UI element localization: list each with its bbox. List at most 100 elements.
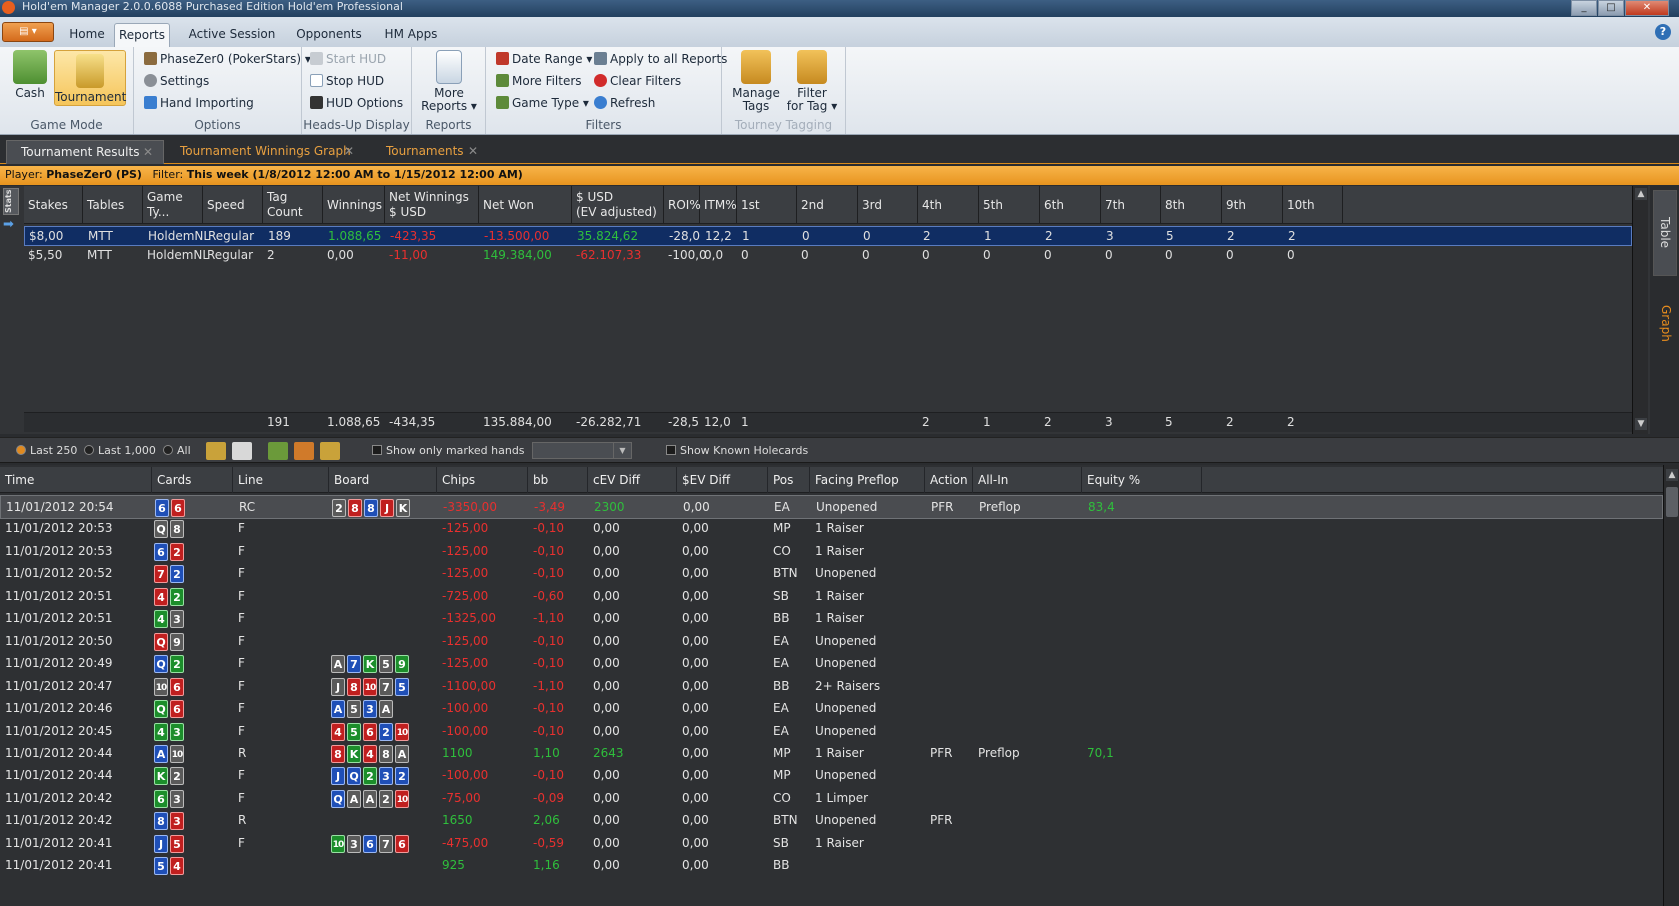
hands-col-header[interactable]: Facing Preflop: [810, 467, 925, 493]
hands-col-header[interactable]: Action: [925, 467, 973, 493]
hud-options-button[interactable]: HUD Options: [310, 95, 403, 111]
stats-col-header[interactable]: Tag Count: [263, 186, 323, 224]
stats-col-header[interactable]: Net Winnings $ USD: [385, 186, 479, 224]
tab-tournament-winnings-graph[interactable]: Tournament Winnings Graph ✕: [166, 140, 364, 164]
hand-row[interactable]: 11/01/2012 20:44 A 10 R 8 K 4 8 A 1100 1,10 2643 0,0…: [0, 742, 1663, 766]
side-tab-table[interactable]: Table: [1653, 190, 1677, 276]
hand-row[interactable]: 11/01/2012 20:41 J 5 F 10 3 6 7 6 -475,00 -0,59 0,0…: [0, 832, 1663, 856]
minimize-icon[interactable]: _: [1571, 0, 1597, 16]
app-menu-button[interactable]: ▤ ▾: [2, 22, 54, 42]
stats-row[interactable]: $8,00 MTT HoldemNL Regular 189 1.088,65 -423,3…: [24, 226, 1632, 246]
stats-col-header[interactable]: 3rd: [858, 186, 918, 224]
hand-row[interactable]: 11/01/2012 20:52 7 2 F -125,00 -0,10 0,00 0,00 B…: [0, 562, 1663, 586]
stats-col-header[interactable]: Game Ty...: [143, 186, 203, 224]
stats-col-header[interactable]: ITM%: [700, 186, 737, 224]
hand-row[interactable]: 11/01/2012 20:50 Q 9 F -125,00 -0,10 0,00 0,00 E…: [0, 630, 1663, 654]
marked-hands-dropdown[interactable]: ▼: [532, 442, 632, 459]
show-known-holecards-checkbox[interactable]: Show Known Holecards: [666, 444, 808, 458]
replay-icon[interactable]: [206, 442, 226, 460]
stats-col-header[interactable]: 6th: [1040, 186, 1101, 224]
stats-col-header[interactable]: Stakes: [24, 186, 83, 224]
scroll-thumb[interactable]: [1666, 487, 1678, 517]
hand-row[interactable]: 11/01/2012 20:51 4 2 F -725,00 -0,60 0,00 0,00 S…: [0, 585, 1663, 609]
refresh-button[interactable]: Refresh: [594, 95, 655, 111]
grid-icon[interactable]: [268, 442, 288, 460]
stats-col-header[interactable]: Speed: [203, 186, 263, 224]
stats-col-header[interactable]: Tables: [83, 186, 143, 224]
hands-scrollbar[interactable]: ▲: [1663, 465, 1679, 906]
tournament-button[interactable]: Tournament: [54, 50, 126, 106]
cards-icon[interactable]: [232, 442, 252, 460]
hands-col-header[interactable]: Time: [0, 467, 152, 493]
player-selector[interactable]: PhaseZer0 (PokerStars) ▾: [144, 51, 311, 67]
scroll-up-icon[interactable]: ▲: [1666, 469, 1678, 481]
more-reports-button[interactable]: More Reports ▾: [420, 50, 478, 113]
stop-hud-button[interactable]: Stop HUD: [310, 73, 384, 89]
hands-col-header[interactable]: Board: [329, 467, 437, 493]
tab-active-session[interactable]: Active Session: [186, 23, 278, 47]
stats-scrollbar[interactable]: ▲ ▼: [1632, 186, 1648, 434]
tab-hm-apps[interactable]: HM Apps: [378, 23, 444, 47]
stats-row[interactable]: $5,50 MTT HoldemNL Regular 2 0,00 -11,00 149.38…: [24, 246, 1632, 266]
chart-icon[interactable]: [294, 442, 314, 460]
close-tab-icon[interactable]: ✕: [468, 140, 478, 162]
hand-row[interactable]: 11/01/2012 20:46 Q 6 F A 5 3 A -100,00 -0,10 0,00 0…: [0, 697, 1663, 721]
stats-col-header[interactable]: 7th: [1101, 186, 1161, 224]
stats-col-header[interactable]: Net Won: [479, 186, 572, 224]
radio-all[interactable]: All: [163, 444, 191, 458]
side-tab-graph[interactable]: Graph: [1653, 280, 1677, 366]
stats-toggle-button[interactable]: Stats: [3, 188, 19, 215]
stats-col-header[interactable]: 9th: [1222, 186, 1283, 224]
radio-last-250[interactable]: Last 250: [16, 444, 77, 458]
apply-all-reports-button[interactable]: Apply to all Reports: [594, 51, 727, 67]
hand-row[interactable]: 11/01/2012 20:54 6 6 RC 2 8 8 J K -3350,00 -3,49 23…: [0, 495, 1663, 519]
hand-row[interactable]: 11/01/2012 20:53 6 2 F -125,00 -0,10 0,00 0,00 C…: [0, 540, 1663, 564]
game-type-button[interactable]: Game Type ▾: [496, 95, 589, 111]
stats-col-header[interactable]: 5th: [979, 186, 1040, 224]
tab-tournaments[interactable]: Tournaments ✕: [372, 140, 488, 164]
close-tab-icon[interactable]: ✕: [344, 140, 354, 162]
scroll-up-icon[interactable]: ▲: [1635, 188, 1647, 200]
hands-col-header[interactable]: Pos: [768, 467, 810, 493]
hand-row[interactable]: 11/01/2012 20:42 6 3 F Q A A 2 10 -75,00 -0,09 0,00…: [0, 787, 1663, 811]
start-hud-button[interactable]: Start HUD: [310, 51, 386, 67]
maximize-icon[interactable]: □: [1598, 0, 1624, 16]
cash-button[interactable]: Cash: [8, 50, 52, 100]
help-icon[interactable]: ?: [1655, 24, 1671, 40]
hands-col-header[interactable]: Line: [233, 467, 329, 493]
filter-for-tag-button[interactable]: Filter for Tag ▾: [784, 50, 840, 113]
stats-col-header[interactable]: 8th: [1161, 186, 1222, 224]
tab-reports[interactable]: Reports: [114, 23, 170, 47]
hands-col-header[interactable]: $EV Diff: [677, 467, 768, 493]
stats-col-header[interactable]: ROI%: [664, 186, 701, 224]
hand-row[interactable]: 11/01/2012 20:44 K 2 F J Q 2 3 2 -100,00 -0,10 0,00…: [0, 764, 1663, 788]
stats-col-header[interactable]: 1st: [737, 186, 797, 224]
hand-importing-button[interactable]: Hand Importing: [144, 95, 254, 111]
stats-col-header[interactable]: Winnings: [323, 186, 385, 224]
clear-filters-button[interactable]: Clear Filters: [594, 73, 681, 89]
hand-row[interactable]: 11/01/2012 20:51 4 3 F -1325,00 -1,10 0,00 0,00…: [0, 607, 1663, 631]
tab-tournament-results[interactable]: Tournament Results ✕: [6, 140, 164, 164]
hand-row[interactable]: 11/01/2012 20:41 5 4 925 1,16 0,00 0,00 BB: [0, 854, 1663, 878]
stats-col-header[interactable]: 4th: [918, 186, 979, 224]
hand-row[interactable]: 11/01/2012 20:42 8 3 R 1650 2,06 0,00 0,00 BTN Un…: [0, 809, 1663, 833]
manage-tags-button[interactable]: Manage Tags: [730, 50, 782, 113]
hands-col-header[interactable]: Equity %: [1082, 467, 1202, 493]
settings-button[interactable]: Settings: [144, 73, 209, 89]
show-marked-hands-checkbox[interactable]: Show only marked hands: [372, 444, 525, 458]
radio-last-1000[interactable]: Last 1,000: [84, 444, 156, 458]
hands-col-header[interactable]: bb: [528, 467, 588, 493]
tab-opponents[interactable]: Opponents: [290, 23, 368, 47]
stats-col-header[interactable]: 2nd: [797, 186, 858, 224]
stats-col-header[interactable]: 10th: [1283, 186, 1343, 224]
hands-col-header[interactable]: cEV Diff: [588, 467, 677, 493]
more-filters-button[interactable]: More Filters: [496, 73, 582, 89]
close-tab-icon[interactable]: ✕: [143, 141, 153, 163]
date-range-button[interactable]: Date Range ▾: [496, 51, 592, 67]
trophy-small-icon[interactable]: [320, 442, 340, 460]
hands-col-header[interactable]: All-In: [973, 467, 1082, 493]
tab-home[interactable]: Home: [60, 23, 114, 47]
close-icon[interactable]: ✕: [1625, 0, 1669, 16]
hands-col-header[interactable]: Chips: [437, 467, 528, 493]
hand-row[interactable]: 11/01/2012 20:45 4 3 F 4 5 6 2 10 -100,00 -0,10 0,0…: [0, 720, 1663, 744]
